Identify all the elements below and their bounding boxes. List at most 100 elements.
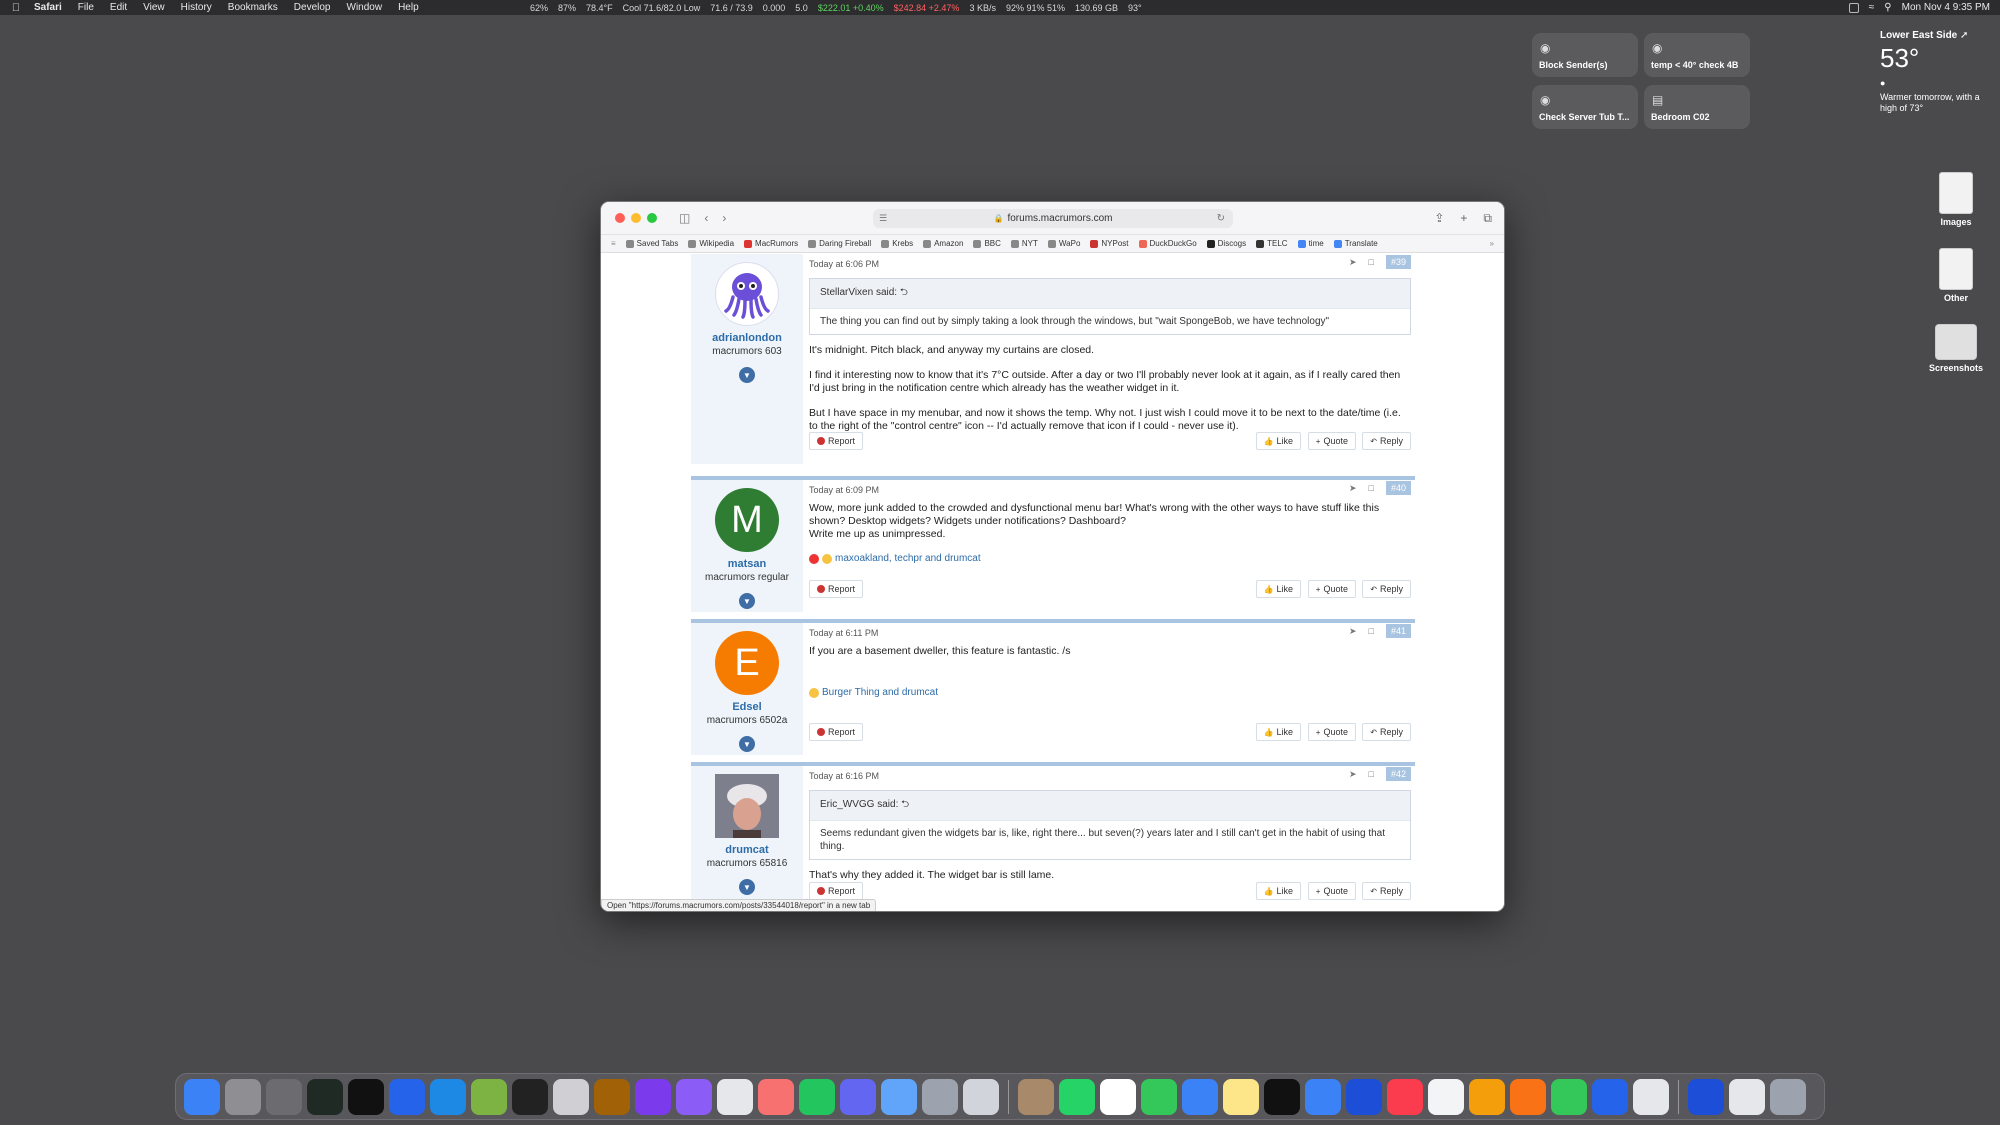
- tab-overview-icon[interactable]: ⧉: [1483, 211, 1492, 226]
- post-number[interactable]: #40: [1385, 481, 1411, 495]
- fav-translate[interactable]: Translate: [1333, 239, 1378, 248]
- quote-author[interactable]: Eric_WVGG said: ⮌: [810, 791, 1410, 821]
- finder-icon[interactable]: [184, 1078, 220, 1115]
- like-button[interactable]: 👍 Like: [1255, 882, 1301, 900]
- reply-button[interactable]: ↶ Reply: [1362, 723, 1411, 741]
- avatar[interactable]: [715, 262, 779, 326]
- chevron-down-icon[interactable]: ▼: [739, 879, 755, 895]
- chevron-down-icon[interactable]: ▼: [739, 736, 755, 752]
- desktop-folder-screenshots[interactable]: Screenshots: [1921, 324, 1991, 373]
- thermometer-icon[interactable]: [758, 1078, 794, 1115]
- system-settings-icon[interactable]: [266, 1078, 302, 1115]
- quote-button[interactable]: + Quote: [1307, 723, 1356, 741]
- reply-button[interactable]: ↶ Reply: [1362, 432, 1411, 450]
- whatsapp-icon[interactable]: [1059, 1078, 1095, 1115]
- fav-discogs[interactable]: Discogs: [1206, 239, 1246, 248]
- menu-history[interactable]: History: [173, 2, 220, 13]
- reload-icon[interactable]: ↻: [1217, 213, 1225, 224]
- fav-duckduckgo[interactable]: DuckDuckGo: [1138, 239, 1197, 248]
- app-icon[interactable]: [799, 1078, 835, 1115]
- fav-amazon[interactable]: Amazon: [923, 239, 963, 248]
- share-icon[interactable]: ➤: [1349, 257, 1357, 268]
- zoom-window-button[interactable]: [647, 213, 657, 223]
- forward-icon[interactable]: ›: [722, 211, 726, 225]
- numbers-icon[interactable]: [1141, 1078, 1177, 1115]
- weather-stat[interactable]: 93°: [1128, 3, 1142, 13]
- chevron-down-icon[interactable]: ▼: [739, 367, 755, 383]
- cpu-stat[interactable]: 92% 91% 51%: [1006, 3, 1065, 13]
- battery2-stat[interactable]: 87%: [558, 3, 576, 13]
- close-window-button[interactable]: [615, 213, 625, 223]
- temp-range-stat[interactable]: 71.6 / 73.9: [710, 3, 753, 13]
- apple-menu-icon[interactable]: : [6, 2, 26, 14]
- stock1-stat[interactable]: $222.01 +0.40%: [818, 3, 884, 13]
- fav-daring-fireball[interactable]: Daring Fireball: [808, 239, 871, 248]
- report-button[interactable]: Report: [809, 432, 864, 450]
- quote-button[interactable]: + Quote: [1307, 580, 1356, 598]
- shortcut-widget-temp-check[interactable]: ◉ temp < 40° check 4B: [1644, 33, 1750, 77]
- app-icon[interactable]: [881, 1078, 917, 1115]
- new-tab-icon[interactable]: +: [1460, 211, 1467, 226]
- 1password-icon[interactable]: [1688, 1078, 1724, 1115]
- share-icon[interactable]: ➤: [1349, 483, 1357, 494]
- chevron-right-icon[interactable]: »: [1490, 239, 1494, 248]
- activity-monitor-icon[interactable]: [307, 1078, 343, 1115]
- calendar-icon[interactable]: [1100, 1078, 1136, 1115]
- battery-stat[interactable]: 62%: [530, 3, 548, 13]
- music-icon[interactable]: [1387, 1078, 1423, 1115]
- reactions-summary[interactable]: Burger Thing and drumcat: [809, 687, 1411, 698]
- menu-edit[interactable]: Edit: [102, 2, 135, 13]
- app-icon[interactable]: [963, 1078, 999, 1115]
- wind-stat[interactable]: 5.0: [795, 3, 808, 13]
- fav-bbc[interactable]: BBC: [973, 239, 1001, 248]
- apple-tv-icon[interactable]: [1264, 1078, 1300, 1115]
- menu-view[interactable]: View: [135, 2, 173, 13]
- sidebar-toggle-icon[interactable]: ◫: [679, 211, 690, 225]
- menu-window[interactable]: Window: [339, 2, 391, 13]
- shortcut-widget-check-server[interactable]: ◉ Check Server Tub T...: [1532, 85, 1638, 129]
- fav-krebs[interactable]: Krebs: [881, 239, 913, 248]
- wifi-icon[interactable]: ≈: [1869, 2, 1875, 13]
- minimize-window-button[interactable]: [631, 213, 641, 223]
- safari-icon[interactable]: [1592, 1078, 1628, 1115]
- downloads-icon[interactable]: [676, 1078, 712, 1115]
- shortcut-widget-block-sender[interactable]: ◉ Block Sender(s): [1532, 33, 1638, 77]
- menu-file[interactable]: File: [70, 2, 102, 13]
- thermostat-stat[interactable]: Cool 71.6/82.0 Low: [623, 3, 701, 13]
- share-icon[interactable]: ➤: [1349, 626, 1357, 637]
- preview-icon[interactable]: [389, 1078, 425, 1115]
- back-icon[interactable]: ‹: [704, 211, 708, 225]
- app-icon[interactable]: [922, 1078, 958, 1115]
- username[interactable]: Edsel: [691, 701, 803, 713]
- search-icon[interactable]: ⚲: [1884, 2, 1891, 13]
- post-time[interactable]: Today at 6:16 PM: [809, 771, 879, 781]
- app-icon[interactable]: [1633, 1078, 1669, 1115]
- disk-stat[interactable]: 130.69 GB: [1075, 3, 1118, 13]
- mail-icon[interactable]: [1182, 1078, 1218, 1115]
- terminal-icon[interactable]: [348, 1078, 384, 1115]
- post-time[interactable]: Today at 6:11 PM: [809, 628, 878, 638]
- bookmark-icon[interactable]: □: [1369, 257, 1374, 267]
- username[interactable]: matsan: [691, 558, 803, 570]
- bookmark-icon[interactable]: □: [1369, 769, 1374, 779]
- menu-app-safari[interactable]: Safari: [26, 2, 70, 13]
- fav-nyt[interactable]: NYT: [1010, 239, 1038, 248]
- menu-develop[interactable]: Develop: [286, 2, 339, 13]
- like-button[interactable]: 👍 Like: [1255, 723, 1301, 741]
- vscode-icon[interactable]: [430, 1078, 466, 1115]
- desktop-folder-other[interactable]: Other: [1921, 248, 1991, 303]
- share-icon[interactable]: ➤: [1349, 769, 1357, 780]
- bookmark-icon[interactable]: □: [1369, 626, 1374, 636]
- app-icon[interactable]: [471, 1078, 507, 1115]
- post-time[interactable]: Today at 6:06 PM: [809, 259, 879, 269]
- privacy-report-icon[interactable]: ☰: [879, 213, 887, 224]
- network-stat[interactable]: 0.000: [763, 3, 786, 13]
- avatar[interactable]: [715, 774, 779, 838]
- app-icon[interactable]: [512, 1078, 548, 1115]
- page-content[interactable]: adrianlondon macrumors 603 ▼ Today at 6:…: [601, 254, 1504, 911]
- trash-icon[interactable]: [1770, 1078, 1806, 1115]
- address-bar[interactable]: ☰ 🔒 forums.macrumors.com ↻: [873, 209, 1233, 228]
- home-icon[interactable]: [1510, 1078, 1546, 1115]
- netspeed-stat[interactable]: 3 KB/s: [969, 3, 996, 13]
- bookmark-icon[interactable]: □: [1369, 483, 1374, 493]
